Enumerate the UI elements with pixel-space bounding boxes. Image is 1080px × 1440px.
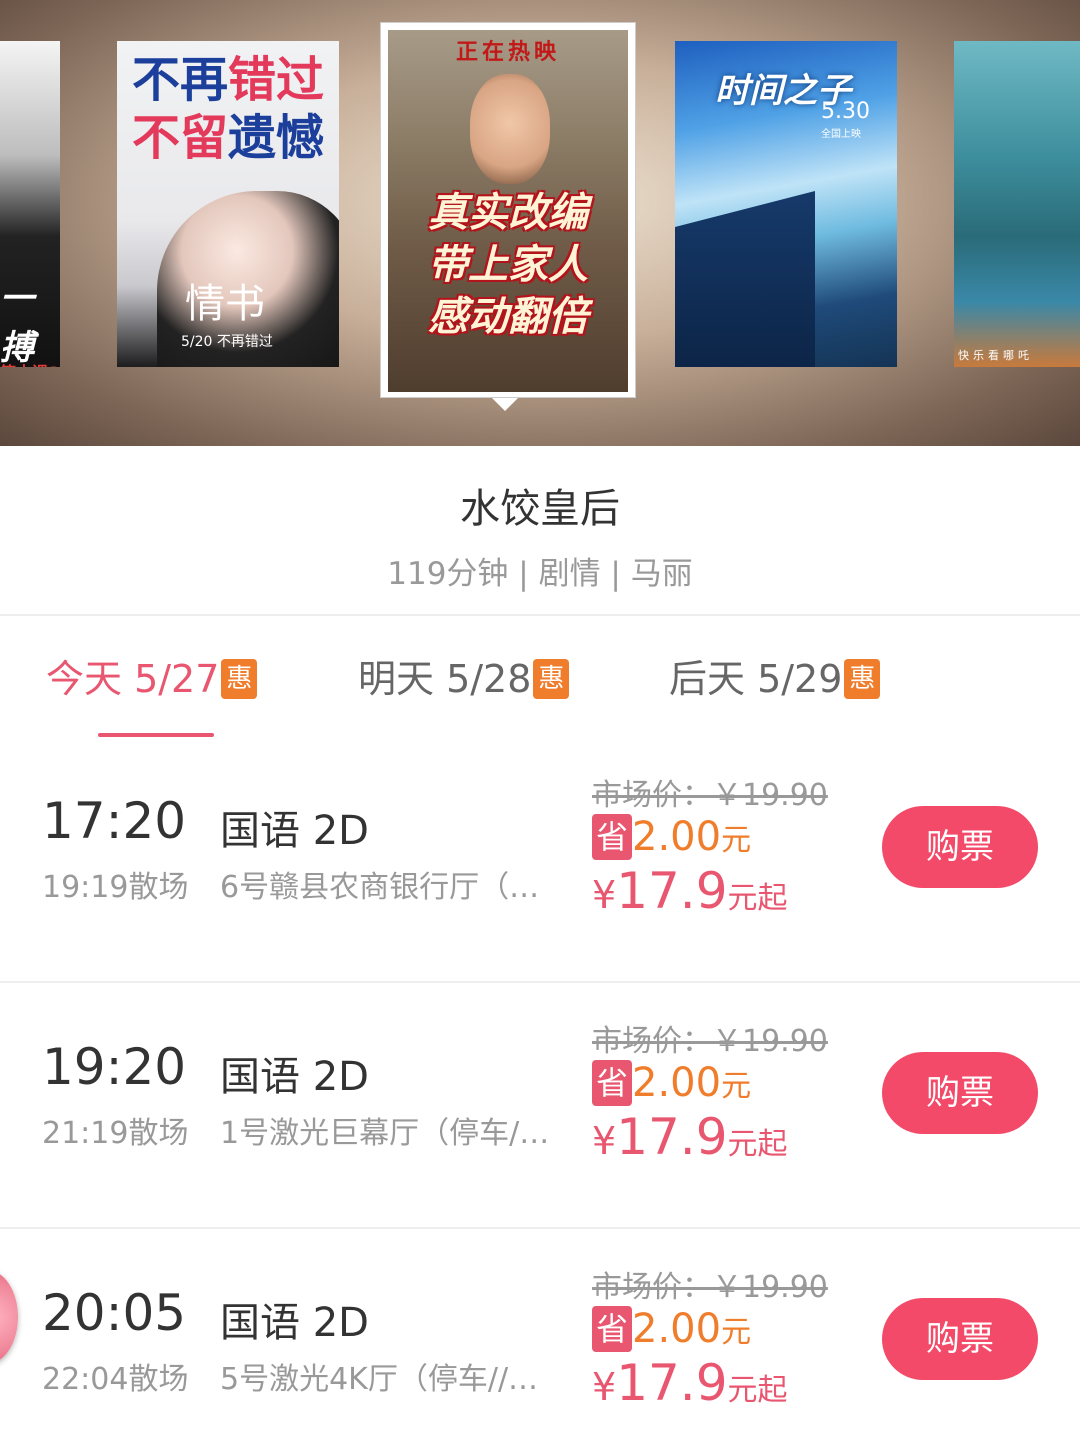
poster-date-note: 全国上映 (821, 129, 861, 140)
hall-name: 6号赣县农商银行厅（… (220, 870, 540, 905)
currency-symbol: ¥ (592, 1119, 617, 1163)
price-amount: 17.9 (616, 1354, 728, 1412)
poster-carousel[interactable]: 一搏 第中课8 不再错过 不留遗憾 情书 5/20 不再错过 正在热映 真实改编… (0, 0, 1080, 446)
poster-date: 5.30 (821, 99, 870, 124)
poster-badge: 正在热映 (455, 40, 560, 65)
price-unit: 元起 (727, 881, 788, 916)
buy-ticket-button[interactable]: 购票 (882, 806, 1038, 888)
hall-name: 1号激光巨幕厅（停车/… (220, 1116, 550, 1151)
divider (0, 1227, 1080, 1229)
savings: 省 2.00元 (592, 814, 751, 864)
discount-badge: 惠 (221, 658, 258, 699)
price: ¥17.9元起 (592, 1354, 788, 1412)
buy-ticket-button[interactable]: 购票 (882, 1298, 1038, 1380)
end-time: 21:19散场 (42, 1116, 189, 1151)
save-amount: 2.00 (632, 814, 722, 860)
price: ¥17.9元起 (592, 1108, 788, 1166)
hall-name: 5号激光4K厅（停车//… (220, 1362, 539, 1397)
discount-badge: 惠 (844, 658, 881, 699)
save-unit: 元 (721, 1315, 752, 1350)
poster-slogan-2: 带上家人 (428, 242, 588, 288)
language-format: 国语 2D (220, 1300, 369, 1346)
tab-tomorrow[interactable]: 明天 5/28 惠 (358, 654, 570, 704)
savings: 省 2.00元 (592, 1306, 751, 1356)
market-price: 市场价：￥19.90 (592, 1270, 828, 1305)
tab-label: 后天 5/29 (669, 657, 843, 701)
savings: 省 2.00元 (592, 1060, 751, 1110)
active-tab-indicator (98, 733, 214, 737)
price-unit: 元起 (727, 1127, 788, 1162)
market-price: 市场价：￥19.90 (592, 1024, 828, 1059)
poster-selected[interactable]: 正在热映 真实改编 带上家人 感动翻倍 (380, 22, 636, 398)
buy-ticket-button[interactable]: 购票 (882, 1052, 1038, 1134)
poster-subtext: 第中课8 (0, 359, 59, 367)
currency-symbol: ¥ (592, 873, 617, 917)
language-format: 国语 2D (220, 1054, 369, 1100)
poster-tagline: 快乐看哪吒 (958, 349, 1033, 362)
poster-next-2[interactable]: 快乐看哪吒 (954, 41, 1080, 367)
save-amount: 2.00 (632, 1060, 722, 1106)
tab-label: 明天 5/28 (358, 657, 532, 701)
poster-date: 5/20 不再错过 (181, 334, 273, 350)
save-unit: 元 (721, 1069, 752, 1104)
price-amount: 17.9 (616, 862, 728, 920)
tab-today[interactable]: 今天 5/27 惠 (46, 654, 258, 704)
currency-symbol: ¥ (592, 1365, 617, 1409)
language-format: 国语 2D (220, 808, 369, 854)
start-time: 17:20 (42, 792, 187, 850)
end-time: 19:19散场 (42, 870, 189, 905)
end-time: 22:04散场 (42, 1362, 189, 1397)
divider (0, 981, 1080, 983)
tab-label: 今天 5/27 (46, 657, 220, 701)
poster-portrait (470, 74, 550, 184)
discount-badge: 惠 (533, 658, 570, 699)
price-unit: 元起 (727, 1373, 788, 1408)
poster-headline-2: 不留遗憾 (131, 110, 325, 166)
price: ¥17.9元起 (592, 862, 788, 920)
save-amount: 2.00 (632, 1306, 722, 1352)
market-price: 市场价：￥19.90 (592, 778, 828, 813)
poster-slogan-1: 真实改编 (428, 190, 588, 236)
movie-title: 水饺皇后 (460, 486, 620, 532)
showtime-row[interactable]: 20:05 22:04散场 国语 2D 5号激光4K厅（停车//… 市场价：￥1… (0, 1230, 1080, 1440)
poster-ship-graphic (675, 191, 815, 367)
save-badge: 省 (592, 814, 632, 860)
poster-text: 一搏 (0, 279, 34, 367)
poster-prev-2[interactable]: 一搏 第中课8 (0, 41, 60, 367)
poster-next-1[interactable]: 时间之子 5.30 全国上映 (675, 41, 897, 367)
showtime-row[interactable]: 17:20 19:19散场 国语 2D 6号赣县农商银行厅（… 市场价：￥19.… (0, 738, 1080, 984)
poster-prev-1[interactable]: 不再错过 不留遗憾 情书 5/20 不再错过 (117, 41, 339, 367)
price-amount: 17.9 (616, 1108, 728, 1166)
save-unit: 元 (721, 823, 752, 858)
save-badge: 省 (592, 1306, 632, 1352)
poster-title: 情书 (185, 281, 265, 327)
showtime-row[interactable]: 19:20 21:19散场 国语 2D 1号激光巨幕厅（停车/… 市场价：￥19… (0, 984, 1080, 1230)
poster-slogan-3: 感动翻倍 (428, 294, 588, 340)
poster-headline-1: 不再错过 (131, 52, 325, 108)
movie-meta: 119分钟 | 剧情 | 马丽 (387, 556, 693, 592)
tab-day-after-tomorrow[interactable]: 后天 5/29 惠 (669, 654, 881, 704)
selected-pointer-icon (492, 398, 518, 411)
divider (0, 614, 1080, 616)
save-badge: 省 (592, 1060, 632, 1106)
start-time: 19:20 (42, 1038, 187, 1096)
poster-image: 正在热映 真实改编 带上家人 感动翻倍 (388, 30, 628, 392)
start-time: 20:05 (42, 1284, 187, 1342)
